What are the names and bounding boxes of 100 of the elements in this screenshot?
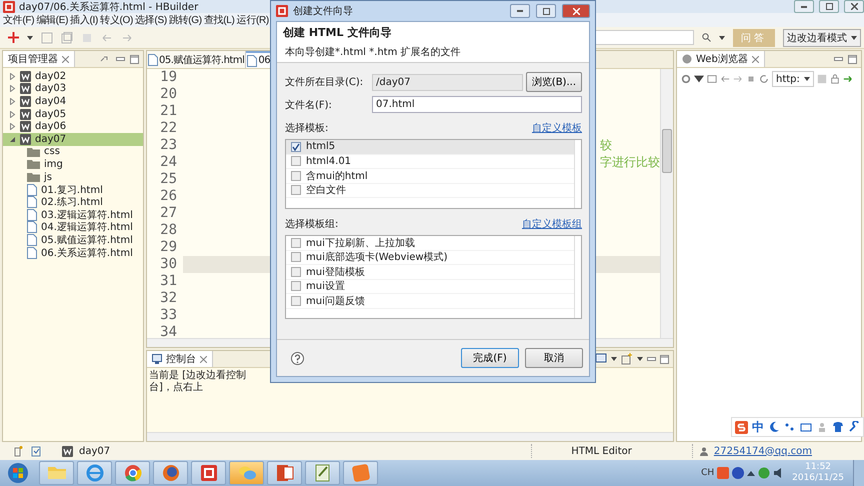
tree-item[interactable]: 05.赋值运算符.html: [3, 234, 143, 246]
tree-item[interactable]: day07: [3, 132, 143, 146]
template-option[interactable]: 空白文件: [286, 184, 574, 198]
cancel-button[interactable]: 取消: [525, 348, 583, 368]
checkbox[interactable]: [291, 156, 301, 166]
forward-icon[interactable]: [733, 74, 743, 84]
punctuation-icon[interactable]: [784, 421, 796, 433]
ime-tray-icon[interactable]: [717, 467, 730, 479]
panel-tab[interactable]: Web浏览器: [677, 51, 765, 67]
editor-tab[interactable]: 05.赋值运算符.html: [147, 51, 246, 68]
language-indicator[interactable]: CH: [701, 468, 714, 478]
taskbar-button[interactable]: [77, 461, 112, 485]
monitor-icon[interactable]: [595, 353, 607, 365]
close-button[interactable]: [844, 0, 864, 13]
taskbar-button[interactable]: [115, 461, 150, 485]
template-option[interactable]: 含mui的html: [286, 169, 574, 184]
tree-item[interactable]: day03: [3, 82, 143, 96]
finish-button[interactable]: 完成(F): [461, 348, 519, 368]
template-option[interactable]: mui登陆模板: [286, 265, 574, 280]
tree-item[interactable]: 06.关系运算符.html: [3, 246, 143, 259]
address-field[interactable]: http:: [772, 71, 814, 87]
filename-field[interactable]: 07.html: [372, 96, 582, 113]
checkbox[interactable]: [291, 266, 301, 277]
template-option[interactable]: mui设置: [286, 280, 574, 294]
template-option[interactable]: mui问题反馈: [286, 294, 574, 308]
add-icon[interactable]: [8, 32, 19, 43]
new-console-icon[interactable]: [621, 353, 633, 365]
tree-item[interactable]: 01.复习.html: [3, 183, 143, 196]
browse-button[interactable]: 浏览(B)...: [526, 72, 582, 92]
help-icon[interactable]: [291, 352, 304, 364]
minimize-icon[interactable]: [834, 56, 843, 62]
taskbar-button[interactable]: [153, 461, 188, 485]
menu-item[interactable]: 文件(F): [3, 13, 34, 27]
close-icon[interactable]: [752, 56, 759, 62]
shirt-icon[interactable]: [832, 421, 844, 433]
minimize-icon[interactable]: [647, 356, 656, 362]
maximize-icon[interactable]: [848, 54, 857, 64]
ime-mode[interactable]: 中: [752, 418, 764, 436]
volume-icon[interactable]: [773, 467, 784, 479]
option-list[interactable]: html5 html4.01 含mui的html 空白文件: [285, 139, 582, 209]
caret-icon[interactable]: [637, 357, 643, 361]
checklist-icon[interactable]: [30, 445, 42, 457]
close-icon[interactable]: [200, 356, 207, 362]
panel-tab[interactable]: 控制台: [147, 351, 213, 367]
tree-item[interactable]: js: [3, 170, 143, 184]
checkbox[interactable]: [291, 238, 301, 248]
caret-icon[interactable]: [27, 36, 33, 40]
minimize-button[interactable]: [510, 4, 530, 18]
caret-icon[interactable]: [611, 357, 617, 361]
menu-item[interactable]: 转义(O): [100, 13, 134, 27]
customize-link[interactable]: 自定义模板组: [522, 217, 582, 231]
ime-toolbar[interactable]: 中: [731, 417, 864, 437]
expand-arrow-icon[interactable]: [9, 98, 16, 105]
tree-item[interactable]: css: [3, 146, 143, 158]
tree-item[interactable]: day04: [3, 95, 143, 108]
maximize-icon[interactable]: [130, 54, 139, 64]
person-icon[interactable]: [816, 421, 828, 433]
option-list[interactable]: mui下拉刷新、上拉加载 mui底部选项卡(Webview模式) mui登陆模板 mui设置 mui问题反馈: [285, 235, 582, 319]
caret-icon[interactable]: [719, 36, 725, 40]
refresh-icon[interactable]: [759, 74, 769, 84]
close-button[interactable]: [562, 4, 590, 18]
back-icon[interactable]: [720, 74, 730, 84]
checkbox[interactable]: [291, 142, 301, 152]
account-link[interactable]: 27254174@qq.com: [714, 446, 812, 456]
checkbox[interactable]: [291, 185, 301, 196]
tree-item[interactable]: 02.练习.html: [3, 196, 143, 209]
menu-item[interactable]: 选择(S): [135, 13, 167, 27]
minimize-button[interactable]: [794, 0, 814, 13]
wrench-icon[interactable]: [848, 421, 860, 433]
tree-item[interactable]: 04.逻辑运算符.html: [3, 221, 143, 234]
checkbox[interactable]: [291, 252, 301, 262]
search-icon[interactable]: [702, 33, 711, 42]
stop-icon[interactable]: [746, 74, 756, 84]
tree-item[interactable]: day02: [3, 70, 143, 83]
show-desktop-button[interactable]: [853, 460, 864, 486]
expand-arrow-icon[interactable]: [9, 72, 16, 80]
template-option[interactable]: html4.01: [286, 154, 574, 169]
scrollbar[interactable]: [660, 69, 673, 338]
taskbar-button[interactable]: [343, 461, 378, 485]
maximize-icon[interactable]: [660, 354, 669, 364]
mode-select[interactable]: 边改边看模式: [783, 28, 861, 46]
maximize-button[interactable]: [536, 4, 556, 18]
expand-arrow-icon[interactable]: [9, 85, 16, 92]
new-window-icon[interactable]: [12, 445, 24, 457]
menu-item[interactable]: 编辑(E): [36, 13, 68, 27]
taskbar-button[interactable]: [305, 461, 340, 485]
maximize-button[interactable]: [819, 0, 839, 13]
scrollbar[interactable]: [147, 432, 673, 441]
lock-icon[interactable]: [830, 74, 840, 84]
keyboard-icon[interactable]: [800, 421, 812, 433]
checkbox[interactable]: [291, 296, 301, 306]
editor-tab[interactable]: 06: [246, 51, 272, 68]
template-option[interactable]: mui下拉刷新、上拉加载: [286, 236, 574, 250]
tree-item[interactable]: 03.逻辑运算符.html: [3, 208, 143, 222]
show-hidden-icon[interactable]: [747, 470, 756, 476]
expand-arrow-icon[interactable]: [9, 136, 16, 143]
close-icon[interactable]: [62, 56, 69, 62]
help-tray-icon[interactable]: [732, 467, 744, 479]
caret-icon[interactable]: [694, 74, 704, 84]
menu-item[interactable]: 运行(R): [236, 13, 269, 27]
